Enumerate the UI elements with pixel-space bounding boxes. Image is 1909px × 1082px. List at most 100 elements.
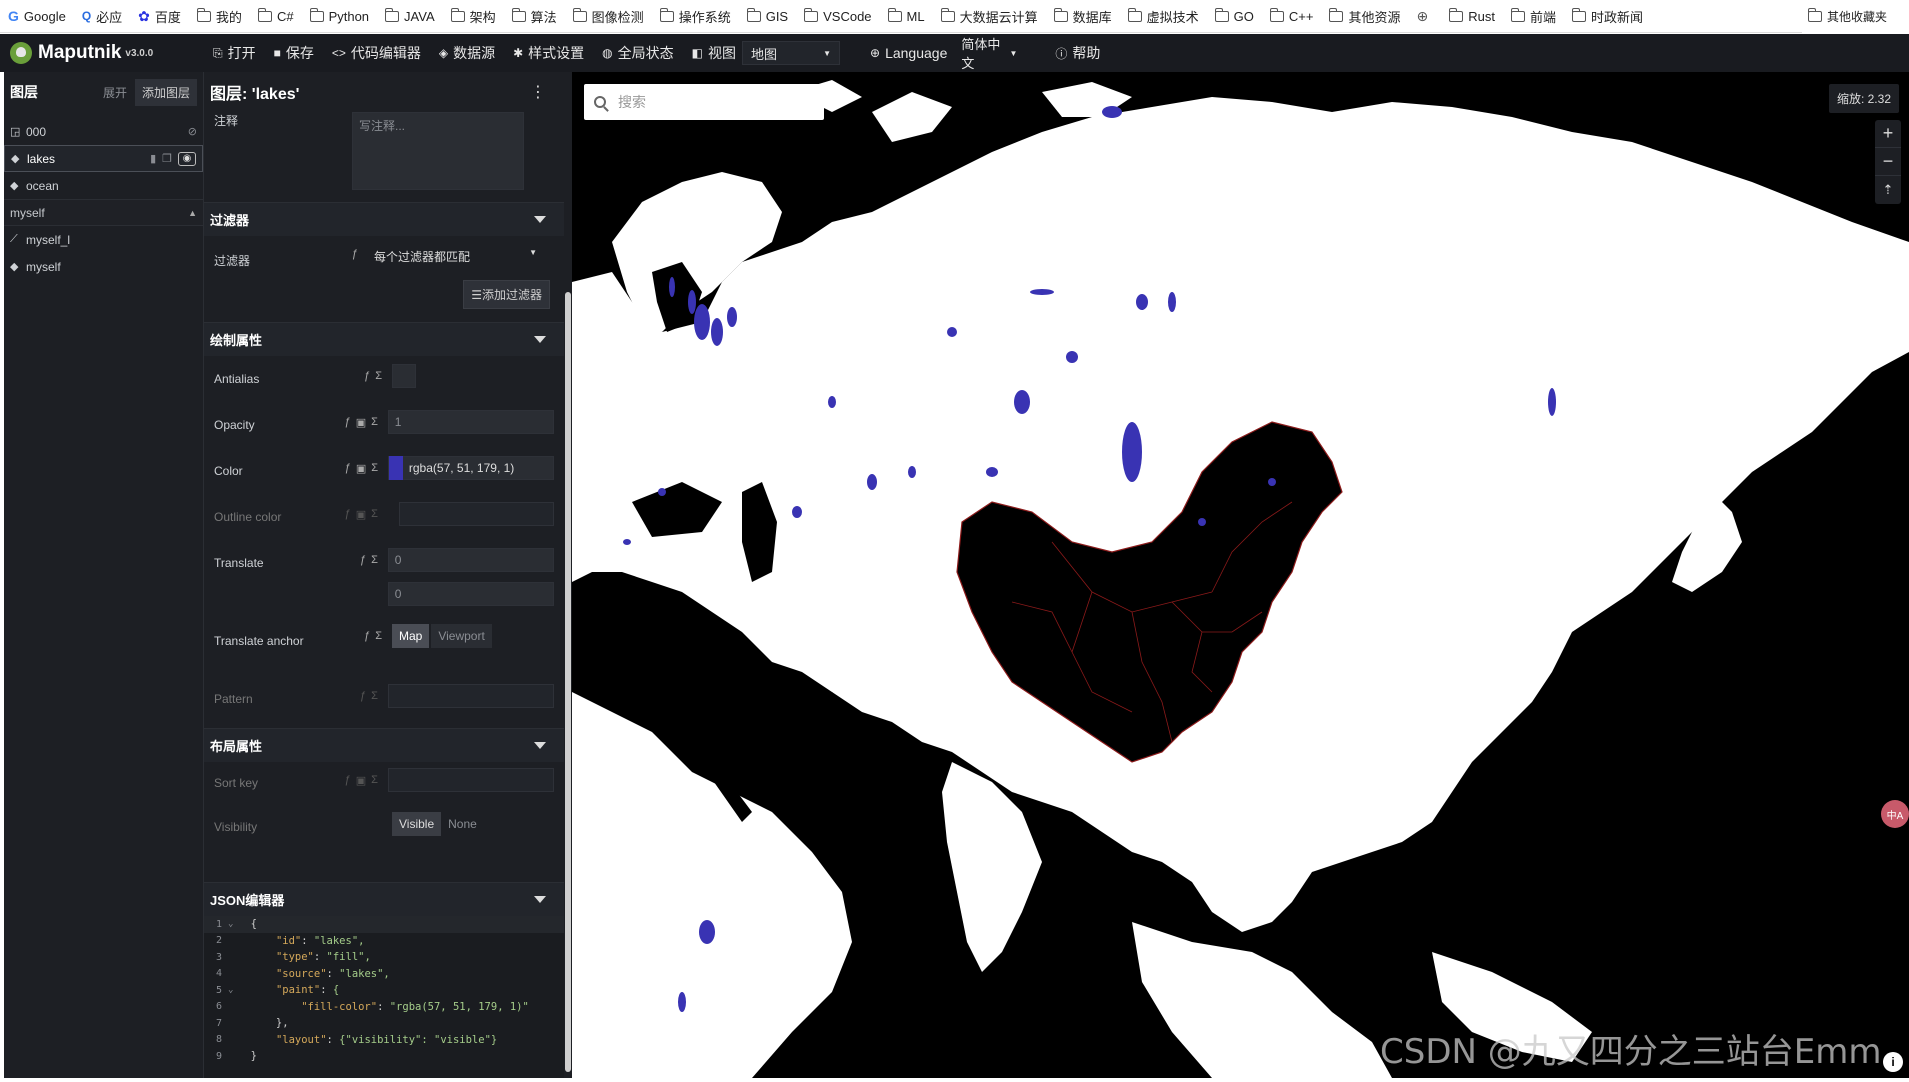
bookmark-item[interactable]: 算法 — [511, 7, 557, 26]
bookmark-item[interactable]: 数据库 — [1053, 7, 1112, 26]
json-line[interactable]: 8 "layout": {"visibility": "visible"} — [204, 1032, 564, 1049]
json-line[interactable]: 9 } — [204, 1048, 564, 1065]
json-section-header[interactable]: JSON编辑器 — [204, 882, 564, 916]
pattern-input[interactable] — [387, 684, 554, 708]
bookmark-item[interactable]: 我的 — [196, 7, 242, 26]
paint-section-header[interactable]: 绘制属性 — [204, 322, 564, 356]
bookmark-item[interactable]: C# — [257, 7, 294, 24]
data-icon[interactable]: ▣ — [356, 416, 366, 429]
bookmark-item[interactable]: GIS — [746, 7, 788, 24]
style-settings-button[interactable]: ✱ 样式设置 — [513, 43, 584, 63]
sigma-icon[interactable]: Σ — [371, 774, 378, 787]
eye-icon[interactable]: ◉ — [178, 151, 196, 166]
function-icon[interactable]: ƒ — [360, 554, 366, 566]
layer-item-ocean[interactable]: ◆ ocean — [4, 172, 203, 199]
fold-chevron-icon[interactable]: ⌄ — [228, 985, 238, 995]
save-button[interactable]: ■ 保存 — [274, 43, 314, 63]
language-select[interactable]: 简体中文 ▼ — [953, 37, 1025, 71]
layer-item-myself-l[interactable]: ⟋ myself_l — [4, 226, 203, 253]
fold-chevron-icon[interactable]: ⌄ — [228, 919, 238, 929]
layer-group-myself[interactable]: myself ▲ — [4, 199, 203, 226]
data-icon[interactable]: ▣ — [356, 774, 366, 787]
code-editor-button[interactable]: <> 代码编辑器 — [332, 43, 421, 63]
sigma-icon[interactable]: Σ — [371, 416, 378, 429]
view-select[interactable]: 地图 ▼ — [742, 41, 840, 65]
data-icon[interactable]: ▣ — [356, 508, 366, 521]
bookmark-item[interactable]: 图像检测 — [572, 7, 644, 26]
function-icon[interactable]: ƒ — [364, 370, 370, 382]
function-icon[interactable]: ƒ — [345, 462, 351, 475]
function-icon[interactable]: ƒ — [345, 508, 351, 521]
bookmark-item[interactable]: 其他资源 — [1329, 7, 1400, 26]
outline-color-input[interactable] — [399, 502, 554, 526]
bookmark-other-folder[interactable]: 其他收藏夹 — [1801, 0, 1909, 33]
expand-layers-button[interactable]: 展开 — [103, 84, 127, 101]
bookmark-item[interactable]: 时政新闻 — [1571, 7, 1643, 26]
sigma-icon[interactable]: Σ — [375, 370, 382, 382]
map-view[interactable]: 搜索 缩放: 2.32 + − ⇡ 中A CSDN @九又四分之三站台Emm i — [572, 72, 1909, 1078]
bookmark-item[interactable]: 前端 — [1510, 7, 1556, 26]
data-sources-button[interactable]: ◈ 数据源 — [439, 43, 495, 63]
bookmark-item[interactable]: G Google — [8, 8, 66, 24]
bookmark-item[interactable]: GO — [1214, 7, 1254, 24]
layout-section-header[interactable]: 布局属性 — [204, 728, 564, 762]
bookmark-item[interactable]: C++ — [1269, 7, 1313, 24]
duplicate-icon[interactable]: ❐ — [162, 152, 172, 165]
open-button[interactable]: ⎘ 打开 — [213, 43, 256, 63]
layer-item-000[interactable]: ◲ 000 ⊘ — [4, 118, 203, 145]
filter-select[interactable]: 每个过滤器都匹配 ▼ — [368, 244, 543, 268]
bookmark-item[interactable]: 大数据云计算 — [940, 7, 1038, 26]
layer-item-myself[interactable]: ◆ myself — [4, 253, 203, 280]
translate-y-input[interactable]: 0 — [387, 582, 554, 606]
zoom-in-button[interactable]: + — [1875, 120, 1901, 148]
eye-slash-icon[interactable]: ⊘ — [188, 125, 197, 138]
bookmark-item[interactable]: JAVA — [385, 7, 435, 24]
json-line[interactable]: 3 "type": "fill", — [204, 949, 564, 966]
json-code-editor[interactable]: 1 ⌄ {2 "id": "lakes", 3 "type": "fill", 4 "… — [204, 916, 564, 1078]
bookmark-item[interactable]: ✿ 百度 — [138, 7, 181, 26]
function-icon[interactable]: ƒ — [330, 244, 358, 260]
translate-x-input[interactable]: 0 — [387, 548, 554, 572]
anchor-viewport-option[interactable]: Viewport — [431, 624, 492, 648]
sigma-icon[interactable]: Σ — [371, 508, 378, 521]
data-icon[interactable]: ▣ — [356, 462, 366, 475]
scrollbar-thumb[interactable] — [565, 292, 571, 1072]
anchor-map-option[interactable]: Map — [392, 624, 430, 648]
antialias-checkbox[interactable] — [392, 364, 416, 388]
trash-icon[interactable]: ▮ — [150, 152, 156, 165]
bookmark-item[interactable]: 虚拟技术 — [1127, 7, 1199, 26]
help-button[interactable]: ⓘ 帮助 — [1055, 43, 1100, 63]
map-canvas[interactable] — [572, 72, 1909, 1078]
color-swatch[interactable] — [388, 456, 403, 480]
json-line[interactable]: 5 ⌄ "paint": { — [204, 982, 564, 999]
global-state-button[interactable]: ◍ 全局状态 — [602, 43, 673, 63]
add-filter-button[interactable]: ☰添加过滤器 — [463, 280, 550, 309]
sigma-icon[interactable]: Σ — [371, 554, 378, 566]
json-line[interactable]: 1 ⌄ { — [204, 916, 564, 933]
comment-textarea[interactable]: 写注释... — [352, 112, 524, 190]
json-line[interactable]: 7 }, — [204, 1015, 564, 1032]
color-input[interactable]: rgba(57, 51, 179, 1) — [387, 456, 554, 480]
add-layer-button[interactable]: 添加图层 — [134, 78, 197, 106]
function-icon[interactable]: ƒ — [364, 630, 370, 642]
chevron-up-icon[interactable]: ▲ — [188, 208, 197, 218]
more-vertical-icon[interactable]: ⋮ — [530, 82, 546, 102]
bookmark-item[interactable]: Python — [309, 7, 369, 24]
bookmark-item[interactable]: ⊕ — [1416, 8, 1433, 25]
opacity-input[interactable]: 1 — [387, 410, 554, 434]
function-icon[interactable]: ƒ — [345, 416, 351, 429]
info-icon[interactable]: i — [1883, 1052, 1903, 1072]
bookmark-item[interactable]: Rust — [1449, 7, 1495, 24]
bookmark-item[interactable]: ML — [887, 7, 925, 24]
sigma-icon[interactable]: Σ — [375, 630, 382, 642]
sigma-icon[interactable]: Σ — [371, 462, 378, 475]
editor-scrollbar[interactable] — [564, 72, 572, 1078]
json-line[interactable]: 2 "id": "lakes", — [204, 933, 564, 950]
function-icon[interactable]: ƒ — [345, 774, 351, 787]
bookmark-item[interactable]: VSCode — [804, 7, 872, 24]
zoom-out-button[interactable]: − — [1875, 148, 1901, 176]
visibility-visible-option[interactable]: Visible — [392, 812, 442, 836]
visibility-none-option[interactable]: None — [441, 812, 484, 836]
function-icon[interactable]: ƒ — [360, 690, 366, 702]
layer-item-lakes[interactable]: ◆ lakes ▮ ❐ ◉ — [4, 145, 203, 172]
